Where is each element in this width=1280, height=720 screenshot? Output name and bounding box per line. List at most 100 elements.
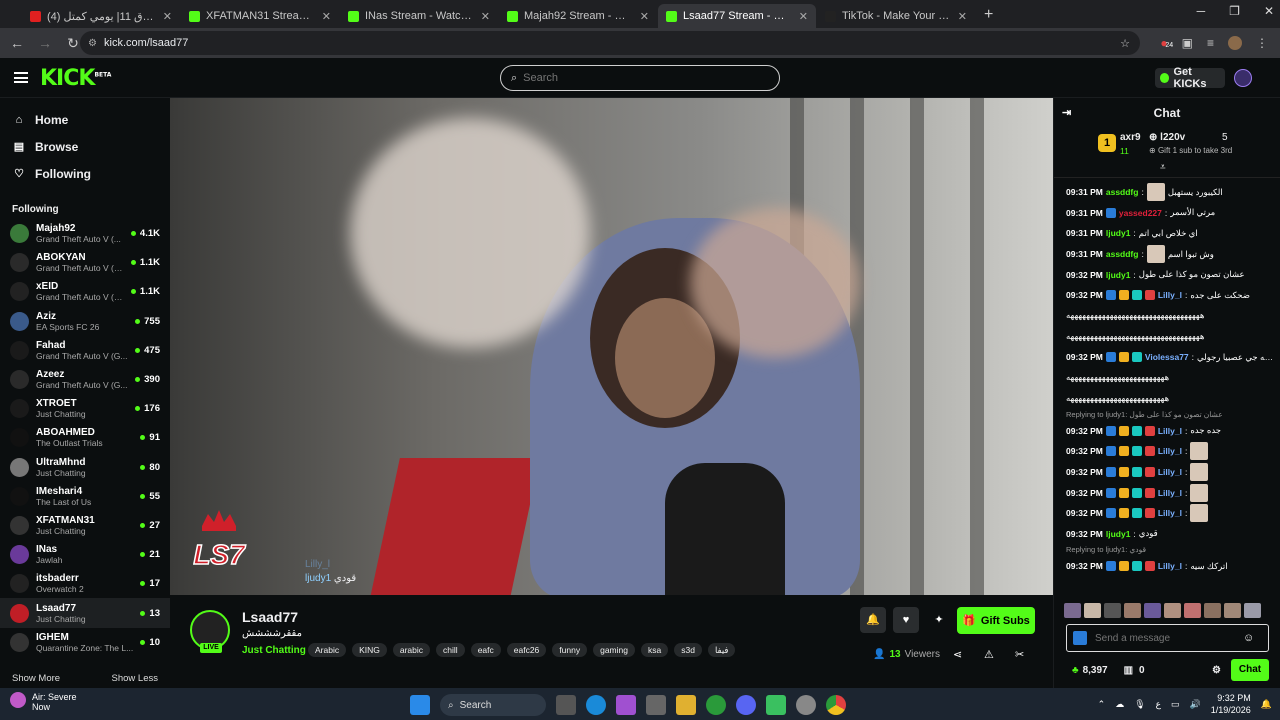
browser-tab[interactable]: XFATMAN31 Stream - Watch Live on Kick ✕ — [181, 4, 339, 28]
emote-shortcut[interactable] — [1244, 603, 1261, 618]
follow-heart-button[interactable]: ♥ — [893, 607, 919, 633]
minimize-button[interactable]: ─ — [1197, 4, 1206, 18]
chat-message[interactable]: 09:32 PM Lilly_l: — [1066, 462, 1274, 483]
sidebar-channel[interactable]: XFATMAN31 Just Chatting 27 — [0, 511, 170, 540]
pin-toggle-icon[interactable]: ⩡ — [1160, 162, 1166, 173]
media-icon[interactable]: ≡ — [1207, 36, 1214, 50]
cloud-icon[interactable]: ☁ — [1115, 699, 1124, 710]
maximize-button[interactable]: ❐ — [1229, 4, 1240, 18]
get-kicks-button[interactable]: Get KICKs — [1155, 66, 1225, 90]
extension-icon[interactable]: ● 24 — [1160, 36, 1173, 50]
back-icon[interactable]: ← — [10, 35, 24, 51]
chat-username[interactable]: ljudy1 — [1106, 228, 1131, 238]
search-bar[interactable]: ⌕ — [500, 65, 780, 91]
chat-input-box[interactable]: ☺ — [1066, 624, 1269, 652]
app-icon[interactable] — [766, 695, 786, 715]
gift-subs-button[interactable]: 🎁 Gift Subs — [957, 607, 1035, 634]
sidebar-item-home[interactable]: ⌂ Home — [0, 106, 170, 133]
chat-message[interactable]: هههههههههههههههههههههههههه — [1066, 388, 1274, 409]
emote-shortcut[interactable] — [1144, 603, 1161, 618]
bookmark-star-icon[interactable]: ☆ — [1120, 37, 1130, 50]
notifications-icon[interactable]: 🔔 — [1261, 699, 1272, 710]
chat-username[interactable]: Lilly_l — [1158, 467, 1182, 477]
chat-username[interactable]: assddfg — [1106, 249, 1139, 259]
kick-logo[interactable]: KICKBETA — [40, 66, 111, 91]
share-icon[interactable]: ⋖ — [953, 648, 962, 661]
sidebar-channel[interactable]: Azeez Grand Theft Auto V (G... 390 — [0, 365, 170, 394]
report-icon[interactable]: ⚠ — [984, 648, 994, 661]
chat-username[interactable]: Lilly_l — [1158, 426, 1182, 436]
browser-tab[interactable]: (4) فلوق 11| يومي كمتل - YouTube ✕ — [22, 4, 180, 28]
network-icon[interactable]: ▭ — [1171, 699, 1180, 710]
chrome-icon[interactable] — [826, 695, 846, 715]
video-player[interactable]: LS7 Lilly_l ljudy1 قودي — [170, 98, 1053, 595]
chat-settings-icon[interactable]: ⚙ — [1212, 665, 1221, 676]
volume-icon[interactable]: 🔊 — [1190, 699, 1201, 710]
clock[interactable]: 9:32 PM 1/19/2026 — [1211, 692, 1251, 716]
mic-icon[interactable]: 🎙 — [1134, 699, 1145, 710]
sidebar-channel[interactable]: Lsaad77 Just Chatting 13 — [0, 598, 170, 628]
tab-close-icon[interactable]: ✕ — [640, 10, 649, 23]
chat-message[interactable]: 09:32 PM Lilly_l: — [1066, 503, 1274, 524]
chat-message[interactable]: 09:32 PM Lilly_l: — [1066, 441, 1274, 462]
browser-tab[interactable]: INas Stream - Watch Live on Kick ✕ — [340, 4, 498, 28]
sidebar-channel[interactable]: itsbaderr Overwatch 2 17 — [0, 569, 170, 598]
channel-name[interactable]: Lsaad77 — [242, 609, 298, 625]
emote-shortcut[interactable] — [1084, 603, 1101, 618]
chat-message[interactable]: 09:31 PM yassed227: مرتي الأسمر — [1066, 203, 1274, 224]
emote-shortcut[interactable] — [1064, 603, 1081, 618]
store-icon[interactable] — [646, 695, 666, 715]
emote-shortcut[interactable] — [1104, 603, 1121, 618]
site-info-icon[interactable]: ⚙ — [88, 38, 97, 49]
show-less-button[interactable]: Show Less — [112, 673, 158, 684]
chat-username[interactable]: Lilly_l — [1158, 488, 1182, 498]
sidebar-channel[interactable]: IMeshari4 The Last of Us 55 — [0, 482, 170, 511]
emote-shortcut[interactable] — [1164, 603, 1181, 618]
emoji-icon[interactable]: ☺ — [1243, 632, 1254, 644]
tab-close-icon[interactable]: ✕ — [958, 10, 967, 23]
chat-message[interactable]: هههههههههههههههههههههههههه — [1066, 367, 1274, 388]
sidebar-channel[interactable]: Aziz EA Sports FC 26 755 — [0, 307, 170, 336]
sparkle-button[interactable]: ✦ — [926, 607, 952, 633]
language-icon[interactable]: ع — [1156, 699, 1161, 710]
chat-message[interactable]: 09:32 PM ljudy1: عشان تصون مو كذا على طول — [1066, 264, 1274, 285]
sidebar-channel[interactable]: IGHEM Quarantine Zone: The L... 10 — [0, 628, 170, 657]
stream-tag[interactable]: gaming — [593, 643, 635, 657]
emote-shortcut[interactable] — [1224, 603, 1241, 618]
close-window-button[interactable]: ✕ — [1264, 4, 1274, 18]
emote-shortcut[interactable] — [1124, 603, 1141, 618]
task-view-icon[interactable] — [556, 695, 576, 715]
sidebar-channel[interactable]: Fahad Grand Theft Auto V (G... 475 — [0, 336, 170, 365]
edge-browser-icon[interactable] — [586, 695, 606, 715]
chat-message[interactable]: ههههههههههههههههههههههههههههههههههه — [1066, 306, 1274, 327]
tray-chevron-icon[interactable]: ⌃ — [1098, 699, 1106, 710]
stream-tag[interactable]: فيفا — [707, 643, 736, 657]
emote-shortcut[interactable] — [1184, 603, 1201, 618]
sidebar-item-following[interactable]: ♡ Following — [0, 160, 170, 187]
tab-close-icon[interactable]: ✕ — [799, 10, 808, 23]
address-bar[interactable]: ⚙ kick.com/lsaad77 ☆ — [80, 31, 1140, 55]
new-tab-button[interactable]: + — [984, 6, 993, 24]
forward-icon[interactable]: → — [38, 35, 52, 51]
stream-tag[interactable]: funny — [552, 643, 588, 657]
sidebar-channel[interactable]: ABOAHMED The Outlast Trials 91 — [0, 423, 170, 452]
chat-username[interactable]: ljudy1 — [1106, 529, 1131, 539]
send-chat-button[interactable]: Chat — [1231, 659, 1269, 681]
profile-avatar[interactable] — [1228, 36, 1242, 50]
tab-close-icon[interactable]: ✕ — [322, 10, 331, 23]
stream-category[interactable]: Just Chatting — [242, 645, 306, 656]
chat-message[interactable]: 09:32 PMViolessa77:سعد استغفرالله كمشي ل… — [1066, 347, 1274, 368]
chat-username[interactable]: Violessa77 — [1145, 352, 1189, 362]
chat-username[interactable]: Lilly_l — [1158, 290, 1182, 300]
xbox-icon[interactable] — [706, 695, 726, 715]
discord-icon[interactable] — [736, 695, 756, 715]
collapse-chat-icon[interactable]: ⇥ — [1062, 106, 1071, 119]
chat-username[interactable]: Lilly_l — [1158, 508, 1182, 518]
stream-tag[interactable]: eafc26 — [506, 643, 547, 657]
chat-message-input[interactable] — [1095, 632, 1235, 644]
tab-close-icon[interactable]: ✕ — [481, 10, 490, 23]
chat-message[interactable]: 09:32 PM Lilly_l: اتركك سيه — [1066, 556, 1274, 577]
notification-bell-button[interactable]: 🔔 — [860, 607, 886, 633]
taskbar-search[interactable]: ⌕ Search — [440, 694, 546, 716]
weather-widget[interactable]: Air: Severe Now — [10, 692, 77, 712]
